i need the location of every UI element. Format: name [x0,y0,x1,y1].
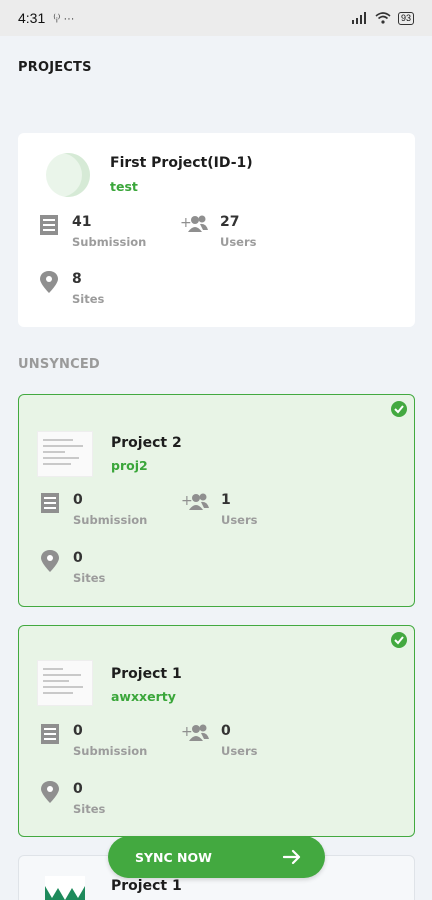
project-name: Project 1 [111,666,182,682]
add-users-icon: + [181,491,209,513]
project-card[interactable]: First Project(ID-1) test 41 Submission + … [18,133,415,327]
unsynced-section-title: UNSYNCED [18,357,100,372]
unsynced-project-card[interactable]: Project 1 awxxerty 0 Submission + 0 Users … [18,625,415,837]
sync-now-label: SYNC NOW [135,849,212,865]
sites-stat: 0 Sites [39,549,105,585]
submission-label: Submission [73,744,148,758]
sites-count: 8 [72,271,82,287]
project-name: First Project(ID-1) [110,155,253,171]
submission-count: 41 [72,214,92,230]
users-count: 0 [221,723,231,739]
status-time: 4:31 [18,10,46,26]
form-icon [39,722,61,744]
form-icon [38,213,60,235]
users-count: 27 [220,214,240,230]
status-bar: 4:31 ⁽ᵢ⁾ ··· 93 [0,0,432,36]
sites-label: Sites [73,802,106,816]
sites-label: Sites [72,292,105,306]
status-left: 4:31 ⁽ᵢ⁾ ··· [18,10,74,26]
submission-count: 0 [73,492,83,508]
submission-stat: 0 Submission [39,491,147,527]
location-pin-icon [39,780,61,803]
users-label: Users [220,235,257,249]
sync-now-button[interactable]: SYNC NOW [108,836,325,878]
svg-text:+: + [181,493,193,509]
form-icon [39,491,61,513]
sites-count: 0 [73,550,83,566]
project-thumbnail [37,431,93,477]
project-logo [45,876,85,900]
submission-stat: 0 Submission [39,722,147,758]
svg-text:+: + [180,215,192,231]
project-name: Project 2 [111,435,182,451]
status-right: 93 [351,11,414,25]
sites-stat: 8 Sites [38,270,104,306]
projects-section-title: PROJECTS [18,60,92,75]
sites-label: Sites [73,571,106,585]
users-count: 1 [221,492,231,508]
battery-icon: 93 [397,11,414,25]
location-pin-icon [39,549,61,572]
users-stat: + 27 Users [180,213,257,249]
submission-stat: 41 Submission [38,213,146,249]
add-users-icon: + [181,722,209,744]
users-stat: + 0 Users [181,722,258,758]
arrow-right-icon [283,849,301,865]
unsynced-project-card[interactable]: Project 2 proj2 0 Submission + 1 Users 0 Si… [18,394,415,607]
project-subtitle: test [110,179,138,194]
check-circle-icon [391,632,407,648]
project-thumbnail [37,660,93,706]
users-label: Users [221,744,258,758]
project-name: Project 1 [111,878,182,894]
wifi-icon [375,12,391,24]
submission-label: Submission [72,235,147,249]
project-thumbnail [46,153,90,197]
svg-text:+: + [181,724,193,740]
location-pin-icon [38,270,60,293]
submission-label: Submission [73,513,148,527]
check-circle-icon [391,401,407,417]
signal-icon [351,12,366,24]
users-stat: + 1 Users [181,491,258,527]
project-subtitle: awxxerty [111,689,176,704]
project-subtitle: proj2 [111,458,148,473]
users-label: Users [221,513,258,527]
add-users-icon: + [180,213,208,235]
submission-count: 0 [73,723,83,739]
sites-count: 0 [73,781,83,797]
status-notification-icons: ⁽ᵢ⁾ ··· [53,12,75,25]
sites-stat: 0 Sites [39,780,105,816]
